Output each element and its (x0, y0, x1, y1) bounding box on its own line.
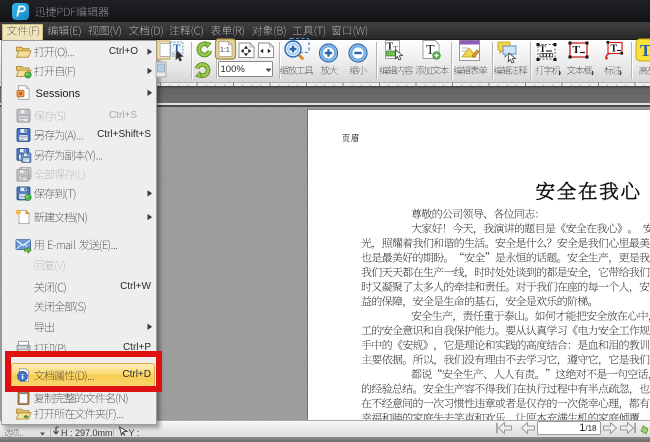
svg-text:T: T (573, 44, 581, 56)
svg-text:T: T (611, 44, 618, 55)
svg-text:1:1: 1:1 (220, 47, 230, 54)
svg-text:T: T (640, 41, 650, 60)
